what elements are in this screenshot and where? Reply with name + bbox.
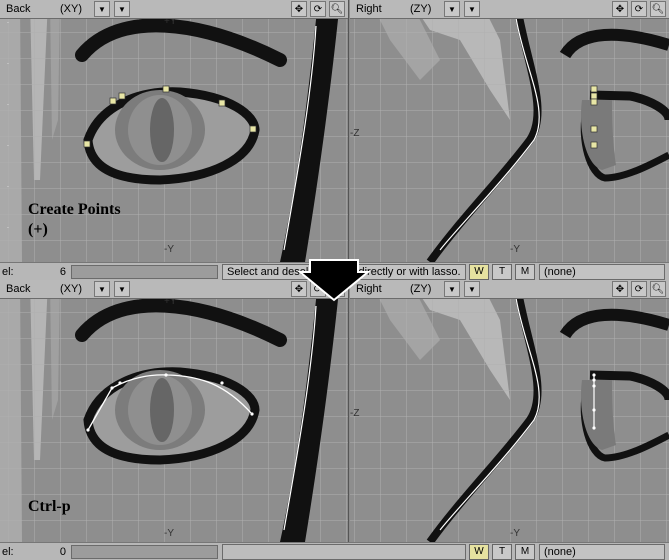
m-button[interactable]: M xyxy=(515,264,535,280)
back-view-canvas[interactable]: +Y -Y xyxy=(0,0,348,262)
selection-count-value: 6 xyxy=(59,266,66,278)
axis-label-bottom: -Y xyxy=(164,244,174,255)
view-mode-label[interactable]: (XY) xyxy=(60,3,94,15)
right-view-canvas[interactable]: -Y -Z xyxy=(350,280,669,542)
view-mode-label[interactable]: (XY) xyxy=(60,283,94,295)
dropdown-icon[interactable]: ▼ xyxy=(94,1,110,17)
rotate-view-icon[interactable]: ⟳ xyxy=(310,1,326,17)
caption-line2: (+) xyxy=(28,221,48,238)
axis-label-bottom: -Y xyxy=(510,528,520,539)
viewport-header: Right (ZY) ▼ ▼ ✥ ⟳ 🔍︎ xyxy=(350,0,669,19)
bottom-panel: Back (XY) ▼ ▼ ✥ ⟳ 🔍︎ xyxy=(0,280,669,560)
m-button[interactable]: M xyxy=(515,544,535,560)
right-viewport[interactable]: Right (ZY) ▼ ▼ ✥ ⟳ 🔍︎ -Y -Z xyxy=(350,0,669,262)
move-view-icon[interactable]: ✥ xyxy=(612,281,628,297)
status-bar: el: 0 W T M (none) xyxy=(0,542,669,560)
view-mode-label[interactable]: (ZY) xyxy=(410,3,444,15)
dropdown-icon[interactable]: ▼ xyxy=(444,281,460,297)
selection-count-label: el: xyxy=(2,266,14,278)
dropdown-icon[interactable]: ▼ xyxy=(444,1,460,17)
back-viewport[interactable]: Back (XY) ▼ ▼ ✥ ⟳ 🔍︎ xyxy=(0,0,349,262)
move-view-icon[interactable]: ✥ xyxy=(291,1,307,17)
right-viewport[interactable]: Right (ZY) ▼ ▼ ✥ ⟳ 🔍︎ -Y -Z xyxy=(350,280,669,542)
info-field xyxy=(71,545,218,559)
selection-count-label: el: xyxy=(2,546,14,558)
w-button[interactable]: W xyxy=(469,544,489,560)
viewport-title: Right xyxy=(356,3,382,15)
dropdown-icon[interactable]: ▼ xyxy=(114,281,130,297)
t-button[interactable]: T xyxy=(492,264,512,280)
info-field xyxy=(71,265,218,279)
viewport-header: Back (XY) ▼ ▼ ✥ ⟳ 🔍︎ xyxy=(0,280,348,299)
zoom-view-icon[interactable]: 🔍︎ xyxy=(329,1,345,17)
viewport-header: Back (XY) ▼ ▼ ✥ ⟳ 🔍︎ xyxy=(0,0,348,19)
t-button[interactable]: T xyxy=(492,544,512,560)
viewport-header: Right (ZY) ▼ ▼ ✥ ⟳ 🔍︎ xyxy=(350,280,669,299)
right-view-canvas[interactable]: -Y -Z xyxy=(350,0,669,262)
dropdown-icon[interactable]: ▼ xyxy=(94,281,110,297)
caption-line1: Ctrl-p xyxy=(28,498,71,515)
w-button[interactable]: W xyxy=(469,264,489,280)
axis-label-side: -Z xyxy=(350,408,359,419)
back-viewport[interactable]: Back (XY) ▼ ▼ ✥ ⟳ 🔍︎ xyxy=(0,280,349,542)
rotate-view-icon[interactable]: ⟳ xyxy=(631,1,647,17)
top-panel: Back (XY) ▼ ▼ ✥ ⟳ 🔍︎ +Y -Y Create Points… xyxy=(0,0,669,280)
caption-line1: Create Points xyxy=(28,201,121,218)
viewport-title: Back xyxy=(6,3,31,15)
down-arrow-icon xyxy=(298,259,370,302)
help-message xyxy=(222,544,466,560)
axis-label-side: -Z xyxy=(350,128,359,139)
surface-select[interactable]: (none) xyxy=(539,544,665,560)
dropdown-icon[interactable]: ▼ xyxy=(464,1,480,17)
axis-label-bottom: -Y xyxy=(510,244,520,255)
viewport-title: Back xyxy=(6,283,31,295)
dropdown-icon[interactable]: ▼ xyxy=(114,1,130,17)
zoom-view-icon[interactable]: 🔍︎ xyxy=(650,1,666,17)
axis-label-bottom: -Y xyxy=(164,528,174,539)
zoom-view-icon[interactable]: 🔍︎ xyxy=(650,281,666,297)
surface-select[interactable]: (none) xyxy=(539,264,665,280)
move-view-icon[interactable]: ✥ xyxy=(612,1,628,17)
rotate-view-icon[interactable]: ⟳ xyxy=(631,281,647,297)
view-mode-label[interactable]: (ZY) xyxy=(410,283,444,295)
dropdown-icon[interactable]: ▼ xyxy=(464,281,480,297)
selection-count-value: 0 xyxy=(59,546,66,558)
